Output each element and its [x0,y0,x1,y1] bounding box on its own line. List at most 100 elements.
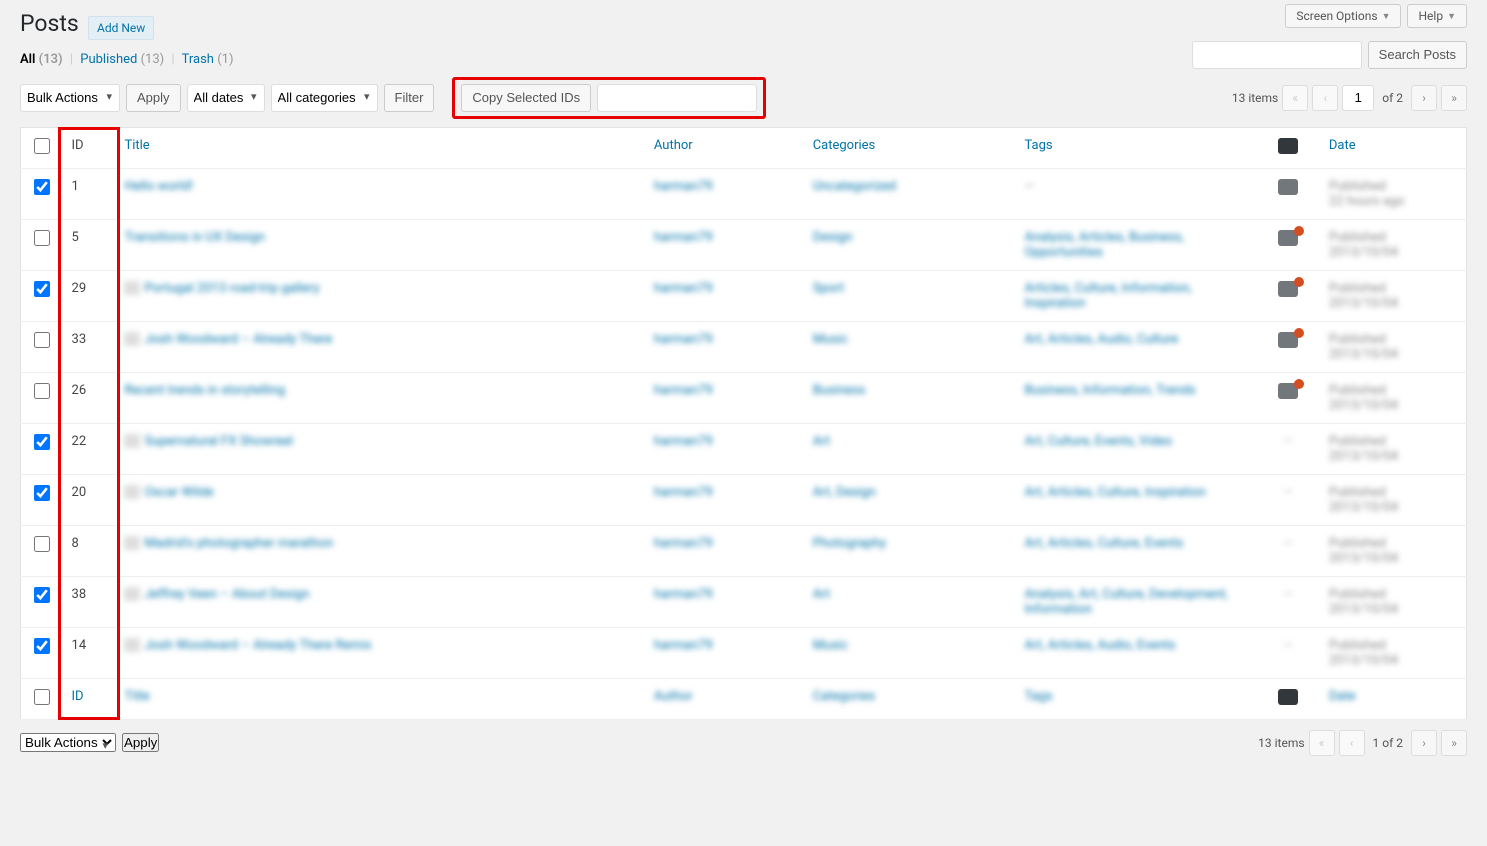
add-new-button[interactable]: Add New [88,16,154,40]
row-checkbox[interactable] [34,536,50,552]
last-page-button-bottom[interactable]: » [1441,730,1467,756]
next-page-button[interactable]: › [1411,85,1437,111]
post-title-link[interactable]: Josh Woodward – Already There [124,332,332,347]
category-link[interactable]: Music [813,332,848,347]
tags-link[interactable]: Art, Articles, Audio, Events [1024,638,1175,653]
col-tags-foot[interactable]: Tags [1016,678,1254,719]
category-link[interactable]: Sport [813,281,844,296]
category-filter-select[interactable]: All categories [271,84,378,112]
row-checkbox[interactable] [34,230,50,246]
author-link[interactable]: harman79 [654,383,713,398]
post-title-link[interactable]: Oscar Wilde [124,485,213,500]
row-checkbox[interactable] [34,281,50,297]
copy-selected-ids-button[interactable]: Copy Selected IDs [461,84,591,112]
col-id-foot[interactable]: ID [64,678,117,719]
author-link[interactable]: harman79 [654,179,713,194]
author-link[interactable]: harman79 [654,281,713,296]
filter-all[interactable]: All (13) [20,52,63,67]
category-link[interactable]: Photography [813,536,886,551]
search-button[interactable]: Search Posts [1368,41,1467,69]
screen-options-button[interactable]: Screen Options▼ [1285,4,1401,28]
author-link[interactable]: harman79 [654,536,713,551]
row-checkbox[interactable] [34,638,50,654]
col-tags[interactable]: Tags [1016,127,1254,168]
col-title[interactable]: Title [116,127,645,168]
last-page-button[interactable]: » [1441,85,1467,111]
row-checkbox[interactable] [34,485,50,501]
row-checkbox[interactable] [34,332,50,348]
selected-ids-input[interactable] [597,84,757,112]
author-link[interactable]: harman79 [654,485,713,500]
first-page-button[interactable]: « [1282,85,1308,111]
category-link[interactable]: Uncategorized [813,179,896,194]
category-link[interactable]: Art, Design [813,485,876,500]
col-comments[interactable] [1255,127,1321,168]
category-link[interactable]: Music [813,638,848,653]
col-categories-foot[interactable]: Categories [805,678,1017,719]
post-title-link[interactable]: Portugal 2013 road-trip gallery [124,281,319,296]
tags-link[interactable]: Business, Information, Trends [1024,383,1195,398]
col-categories[interactable]: Categories [805,127,1017,168]
copy-ids-group: Copy Selected IDs [452,77,766,119]
row-checkbox[interactable] [34,587,50,603]
post-title-link[interactable]: Hello world! [124,179,193,194]
row-checkbox[interactable] [34,383,50,399]
post-title-link[interactable]: Recent trends in storytelling [124,383,285,398]
post-title-link[interactable]: Madrid's photographer marathon [124,536,333,551]
filter-published[interactable]: Published (13) [80,52,164,67]
category-link[interactable]: Art [813,587,830,602]
first-page-button-bottom[interactable]: « [1309,730,1335,756]
post-title-link[interactable]: Josh Woodward – Already There Remix [124,638,371,653]
date-filter-select[interactable]: All dates [187,84,265,112]
filter-trash[interactable]: Trash (1) [182,52,234,67]
col-author[interactable]: Author [646,127,805,168]
date-value: 2013/10/04 [1329,653,1398,668]
tags-link[interactable]: Analysis, Articles, Business, Opportunit… [1024,230,1184,260]
col-author-foot[interactable]: Author [646,678,805,719]
current-page-input[interactable] [1342,85,1374,111]
prev-page-button-bottom[interactable]: ‹ [1339,730,1365,756]
author-link[interactable]: harman79 [654,587,713,602]
tags-link[interactable]: Analysis, Art, Culture, Development, Inf… [1024,587,1227,617]
row-checkbox[interactable] [34,434,50,450]
select-all-checkbox-bottom[interactable] [34,689,50,705]
bulk-actions-select-bottom[interactable]: Bulk Actions [20,733,116,752]
tags-link[interactable]: Art, Articles, Audio, Culture [1024,332,1178,347]
post-title-link[interactable]: Transitions in UX Design [124,230,265,245]
author-link[interactable]: harman79 [654,332,713,347]
col-comments-foot[interactable] [1255,678,1321,719]
col-id[interactable]: ID [64,127,117,168]
date-status: Published [1329,485,1386,500]
bulk-actions-select[interactable]: Bulk Actions [20,84,120,112]
next-page-button-bottom[interactable]: › [1411,730,1437,756]
prev-page-button[interactable]: ‹ [1312,85,1338,111]
col-title-foot[interactable]: Title [116,678,645,719]
post-title-link[interactable]: Jeffrey Veen – About Design [124,587,309,602]
tags-link[interactable]: Articles, Culture, Information, Inspirat… [1024,281,1191,311]
col-date-foot[interactable]: Date [1321,678,1467,719]
category-link[interactable]: Art [813,434,830,449]
post-title-link[interactable]: Supernatural FX Showreel [124,434,293,449]
row-checkbox[interactable] [34,179,50,195]
apply-button[interactable]: Apply [126,84,181,112]
tags-link[interactable]: Art, Articles, Culture, Events [1024,536,1183,551]
tags-link[interactable]: Art, Articles, Culture, Inspiration [1024,485,1206,500]
author-link[interactable]: harman79 [654,434,713,449]
help-button[interactable]: Help▼ [1407,4,1467,28]
tags-link[interactable]: Art, Culture, Events, Video [1024,434,1172,449]
comment-count-icon[interactable] [1278,230,1298,250]
category-link[interactable]: Business [813,383,866,398]
filter-button[interactable]: Filter [384,84,435,112]
author-link[interactable]: harman79 [654,638,713,653]
comment-count-icon[interactable] [1278,332,1298,352]
search-input[interactable] [1192,41,1362,69]
comment-count-icon[interactable] [1278,281,1298,301]
tags-link: — [1024,179,1034,194]
select-all-checkbox[interactable] [34,138,50,154]
comment-count-icon[interactable] [1278,179,1298,195]
col-date[interactable]: Date [1321,127,1467,168]
apply-button-bottom[interactable]: Apply [122,733,159,752]
author-link[interactable]: harman79 [654,230,713,245]
category-link[interactable]: Design [813,230,853,245]
comment-count-icon[interactable] [1278,383,1298,403]
